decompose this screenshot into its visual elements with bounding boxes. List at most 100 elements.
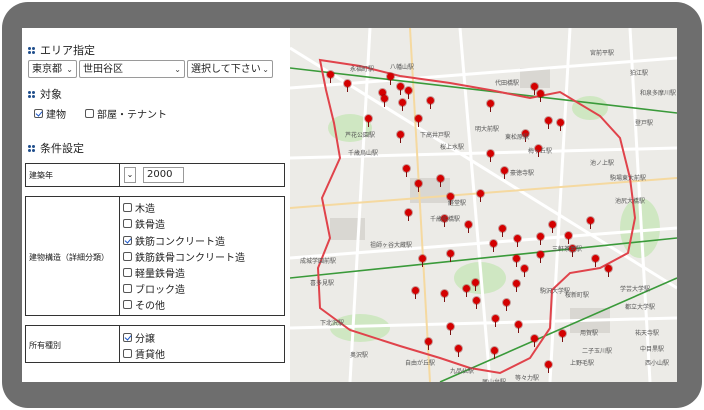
map-pin-icon[interactable] — [427, 97, 434, 104]
map-pin-icon[interactable] — [447, 250, 454, 257]
map-pin-icon[interactable] — [405, 209, 412, 216]
map-pin-icon[interactable] — [455, 345, 462, 352]
checkbox-unchecked-icon[interactable] — [123, 284, 132, 293]
map-pin-icon[interactable] — [381, 95, 388, 102]
station-label: 宮前平駅 — [590, 50, 615, 57]
map-pin-icon[interactable] — [473, 297, 480, 304]
checkbox-unchecked-icon[interactable] — [123, 349, 132, 358]
target-room-label: 部屋・テナント — [97, 110, 167, 121]
map-pin-icon[interactable] — [521, 265, 528, 272]
year-operator-select[interactable]: ⌄ — [124, 167, 136, 183]
map-pin-icon[interactable] — [472, 279, 479, 286]
conditions-section-title: 条件設定 — [28, 140, 84, 156]
checkbox-checked-icon[interactable] — [123, 333, 132, 342]
map-pin-icon[interactable] — [513, 255, 520, 262]
map-pin-icon[interactable] — [441, 290, 448, 297]
map-pin-icon[interactable] — [477, 190, 484, 197]
station-label: 上野毛駅 — [570, 360, 595, 367]
map-pin-icon[interactable] — [463, 285, 470, 292]
checkbox-unchecked-icon[interactable] — [85, 109, 94, 118]
district-select[interactable]: 選択して下さい ⌄ — [187, 60, 273, 78]
station-label: 桜上水駅 — [440, 144, 465, 151]
area-section-title: エリア指定 — [28, 42, 95, 58]
map-pin-icon[interactable] — [387, 73, 394, 80]
map-pin-icon[interactable] — [515, 321, 522, 328]
station-label: 下北沢駅 — [320, 320, 345, 327]
map-pin-icon[interactable] — [605, 265, 612, 272]
city-select[interactable]: 世田谷区 ⌄ — [79, 60, 185, 78]
map-pin-icon[interactable] — [565, 232, 572, 239]
map-pin-icon[interactable] — [465, 221, 472, 228]
map-pin-icon[interactable] — [487, 100, 494, 107]
checkbox-unchecked-icon[interactable] — [123, 219, 132, 228]
map-pin-icon[interactable] — [545, 117, 552, 124]
station-label: 桜新町駅 — [565, 292, 590, 299]
map-pin-icon[interactable] — [365, 115, 372, 122]
map-view[interactable]: 永福町駅 八幡山駅 芦花公園駅 千歳烏山駅 下高井戸駅 桜上水駅 明大前駅 代田橋駅 東松原駅梅… — [290, 28, 677, 382]
map-pin-icon[interactable] — [559, 330, 566, 337]
target-building-checkbox[interactable]: 建物 — [34, 106, 66, 121]
structure-light-steel-checkbox[interactable]: 軽量鉄骨造 — [123, 265, 185, 280]
structure-rc-checkbox[interactable]: 鉄筋コンクリート造 — [123, 233, 225, 248]
map-pin-icon[interactable] — [397, 83, 404, 90]
structure-src-checkbox[interactable]: 鉄筋鉄骨コンクリート造 — [123, 249, 245, 264]
station-label: 中目黒駅 — [640, 346, 665, 353]
city-value: 世田谷区 — [83, 64, 123, 75]
structure-steel-checkbox[interactable]: 鉄骨造 — [123, 216, 165, 231]
map-pin-icon[interactable] — [537, 233, 544, 240]
map-pin-icon[interactable] — [531, 83, 538, 90]
map-pin-icon[interactable] — [344, 80, 351, 87]
checkbox-checked-icon[interactable] — [123, 236, 132, 245]
map-pin-icon[interactable] — [399, 99, 406, 106]
station-label: 尾山台駅 — [482, 377, 506, 382]
target-heading: 対象 — [40, 88, 62, 101]
structure-wood-checkbox[interactable]: 木造 — [123, 200, 155, 215]
ownership-rent-checkbox[interactable]: 賃貸他 — [123, 346, 165, 361]
map-pin-icon[interactable] — [492, 315, 499, 322]
structure-other-checkbox[interactable]: その他 — [123, 297, 165, 312]
map-pin-icon[interactable] — [412, 287, 419, 294]
map-pin-icon[interactable] — [405, 87, 412, 94]
map-pin-icon[interactable] — [403, 165, 410, 172]
year-input[interactable]: 2000 — [143, 167, 184, 183]
map-pin-icon[interactable] — [549, 221, 556, 228]
map-pin-icon[interactable] — [437, 175, 444, 182]
map-pin-icon[interactable] — [487, 150, 494, 157]
map-pin-icon[interactable] — [545, 361, 552, 368]
prefecture-select[interactable]: 東京都 ⌄ — [28, 60, 77, 78]
bullet-dots-icon — [28, 144, 37, 153]
park-area — [572, 96, 608, 120]
map-pin-icon[interactable] — [501, 167, 508, 174]
map-pin-icon[interactable] — [503, 299, 510, 306]
station-label: 登戸駅 — [635, 120, 654, 127]
map-pin-icon[interactable] — [499, 225, 506, 232]
map-pin-icon[interactable] — [592, 255, 599, 262]
map-pin-icon[interactable] — [537, 251, 544, 258]
chevron-down-icon: ⌄ — [66, 65, 73, 74]
checkbox-unchecked-icon[interactable] — [123, 300, 132, 309]
map-pin-icon[interactable] — [415, 180, 422, 187]
map-pin-icon[interactable] — [447, 323, 454, 330]
map-pin-icon[interactable] — [327, 71, 334, 78]
prefecture-value: 東京都 — [32, 64, 62, 75]
structure-block-checkbox[interactable]: ブロック造 — [123, 281, 185, 296]
map-pin-icon[interactable] — [397, 131, 404, 138]
map-pin-icon[interactable] — [587, 217, 594, 224]
ownership-sale-checkbox[interactable]: 分譲 — [123, 330, 155, 345]
map-pin-icon[interactable] — [425, 338, 432, 345]
map-pin-icon[interactable] — [531, 335, 538, 342]
map-pin-icon[interactable] — [514, 235, 521, 242]
station-label: 明大前駅 — [475, 126, 500, 133]
map-pin-icon[interactable] — [415, 115, 422, 122]
checkbox-unchecked-icon[interactable] — [123, 203, 132, 212]
map-pin-icon[interactable] — [490, 240, 497, 247]
target-room-checkbox[interactable]: 部屋・テナント — [85, 106, 167, 121]
map-pin-icon[interactable] — [419, 255, 426, 262]
map-pin-icon[interactable] — [513, 280, 520, 287]
map-pin-icon[interactable] — [537, 90, 544, 97]
map-pin-icon[interactable] — [491, 347, 498, 354]
checkbox-unchecked-icon[interactable] — [123, 252, 132, 261]
checkbox-checked-icon[interactable] — [34, 109, 43, 118]
checkbox-unchecked-icon[interactable] — [123, 268, 132, 277]
map-pin-icon[interactable] — [557, 119, 564, 126]
